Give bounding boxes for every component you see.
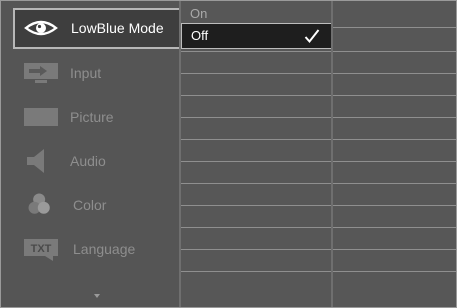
osd-menu-window: LowBlue Mode Input Picture Audio Color T… bbox=[0, 0, 457, 308]
empty-row-divider bbox=[181, 183, 331, 184]
menu-item-picture[interactable]: Picture bbox=[13, 96, 179, 138]
empty-row-divider bbox=[333, 95, 456, 96]
speaker-icon bbox=[27, 149, 44, 173]
empty-row-divider bbox=[181, 161, 331, 162]
empty-row-divider bbox=[333, 139, 456, 140]
check-icon bbox=[304, 29, 320, 44]
empty-row-divider bbox=[333, 117, 456, 118]
chevron-down-icon[interactable] bbox=[94, 294, 100, 298]
empty-row-divider bbox=[333, 183, 456, 184]
empty-row-divider bbox=[181, 139, 331, 140]
picture-icon bbox=[24, 108, 58, 126]
color-icon bbox=[28, 193, 50, 214]
empty-row-divider bbox=[181, 117, 331, 118]
main-menu: LowBlue Mode Input Picture Audio Color T… bbox=[1, 1, 181, 307]
empty-row-divider bbox=[333, 249, 456, 250]
empty-row-divider bbox=[333, 227, 456, 228]
empty-row-divider bbox=[181, 51, 331, 52]
empty-row-divider bbox=[333, 73, 456, 74]
eye-icon bbox=[24, 20, 58, 36]
input-icon bbox=[24, 63, 58, 83]
menu-item-lowblue-mode[interactable]: LowBlue Mode bbox=[13, 8, 181, 49]
menu-item-label: Audio bbox=[70, 153, 106, 169]
menu-item-label: LowBlue Mode bbox=[71, 20, 164, 36]
menu-item-color[interactable]: Color bbox=[13, 184, 179, 226]
menu-item-label: Language bbox=[73, 241, 136, 257]
empty-row-divider bbox=[333, 271, 456, 272]
menu-item-label: Input bbox=[70, 65, 102, 81]
option-label: Off bbox=[191, 28, 209, 43]
empty-row-divider bbox=[333, 51, 456, 52]
menu-item-input[interactable]: Input bbox=[13, 52, 179, 94]
empty-row-divider bbox=[181, 73, 331, 74]
empty-row-divider bbox=[181, 249, 331, 250]
empty-row-divider bbox=[181, 205, 331, 206]
menu-item-audio[interactable]: Audio bbox=[13, 140, 179, 182]
menu-item-label: Color bbox=[73, 197, 107, 213]
option-on[interactable]: On bbox=[181, 5, 331, 23]
empty-row-divider bbox=[181, 95, 331, 96]
menu-item-language[interactable]: TXT Language bbox=[13, 228, 179, 270]
language-icon: TXT bbox=[24, 239, 58, 261]
menu-item-label: Picture bbox=[70, 109, 114, 125]
option-label: On bbox=[190, 6, 208, 21]
empty-row-divider bbox=[181, 227, 331, 228]
empty-row-divider bbox=[333, 27, 456, 28]
empty-row-divider bbox=[333, 205, 456, 206]
empty-row-divider bbox=[333, 161, 456, 162]
svg-text:TXT: TXT bbox=[31, 243, 52, 255]
submenu-panel: On Off bbox=[181, 1, 333, 307]
value-panel bbox=[333, 1, 456, 307]
empty-row-divider bbox=[181, 271, 331, 272]
option-off[interactable]: Off bbox=[181, 23, 333, 49]
